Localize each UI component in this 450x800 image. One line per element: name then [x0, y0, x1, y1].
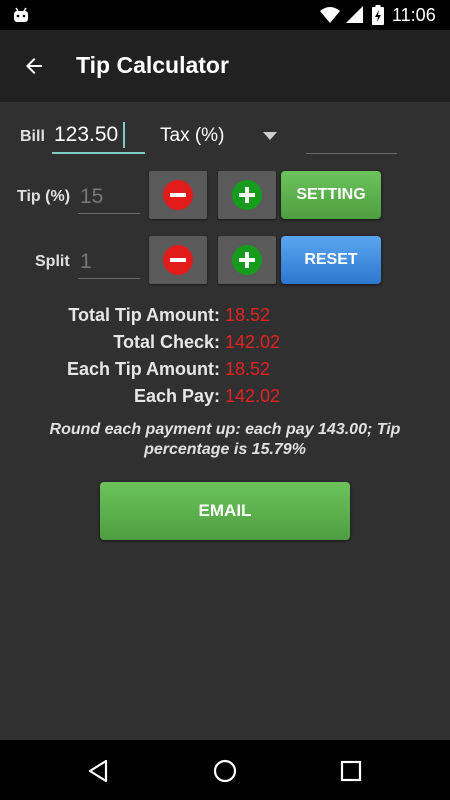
status-time: 11:06: [392, 5, 436, 25]
total-check-label: Total Check:: [113, 332, 220, 352]
total-tip-row: Total Tip Amount: 18.52: [0, 305, 450, 329]
email-button[interactable]: EMAIL: [100, 482, 350, 540]
text-cursor: [123, 122, 125, 148]
each-tip-value: 18.52: [225, 359, 271, 379]
total-check-row: Total Check: 142.02: [0, 332, 450, 356]
total-tip-value: 18.52: [225, 305, 271, 325]
recents-nav-icon[interactable]: [338, 758, 364, 784]
status-bar: 11:06: [0, 0, 450, 30]
split-plus-button[interactable]: [218, 236, 276, 284]
android-icon: [14, 7, 28, 22]
total-tip-label: Total Tip Amount:: [68, 305, 220, 325]
minus-icon: [163, 180, 193, 210]
tax-type-spinner[interactable]: Tax (%): [160, 122, 285, 152]
plus-icon: [232, 180, 262, 210]
split-label: Split: [35, 253, 70, 270]
back-nav-icon[interactable]: [86, 758, 112, 784]
chevron-down-icon: [263, 132, 277, 140]
plus-icon: [232, 245, 262, 275]
split-minus-button[interactable]: [149, 236, 207, 284]
total-check-value: 142.02: [225, 332, 281, 352]
each-tip-label: Each Tip Amount:: [67, 359, 220, 379]
each-pay-label: Each Pay:: [133, 386, 220, 406]
bill-label: Bill: [20, 128, 45, 145]
tip-minus-button[interactable]: [149, 171, 207, 219]
split-input[interactable]: 1: [78, 247, 140, 279]
rounding-note: Round each payment up: each pay 143.00; …: [49, 421, 401, 458]
each-pay-value: 142.02: [225, 386, 281, 406]
page-title: Tip Calculator: [76, 52, 229, 78]
wifi-icon: [320, 7, 340, 23]
home-nav-icon[interactable]: [212, 758, 238, 784]
back-arrow-icon[interactable]: [22, 54, 46, 78]
app-bar: Tip Calculator: [0, 30, 450, 102]
reset-button[interactable]: RESET: [281, 236, 381, 284]
tax-input[interactable]: [306, 124, 397, 154]
signal-icon: [346, 6, 363, 23]
each-pay-row: Each Pay: 142.02: [0, 386, 450, 410]
battery-charging-icon: [372, 5, 384, 25]
tip-input[interactable]: 15: [78, 182, 140, 214]
tax-spinner-value: Tax (%): [160, 125, 225, 146]
minus-icon: [163, 245, 193, 275]
tip-plus-button[interactable]: [218, 171, 276, 219]
bill-input[interactable]: 123.50: [52, 120, 145, 154]
tip-label: Tip (%): [17, 188, 71, 205]
setting-button[interactable]: SETTING: [281, 171, 381, 219]
navigation-bar: [0, 740, 450, 800]
each-tip-row: Each Tip Amount: 18.52: [0, 359, 450, 383]
